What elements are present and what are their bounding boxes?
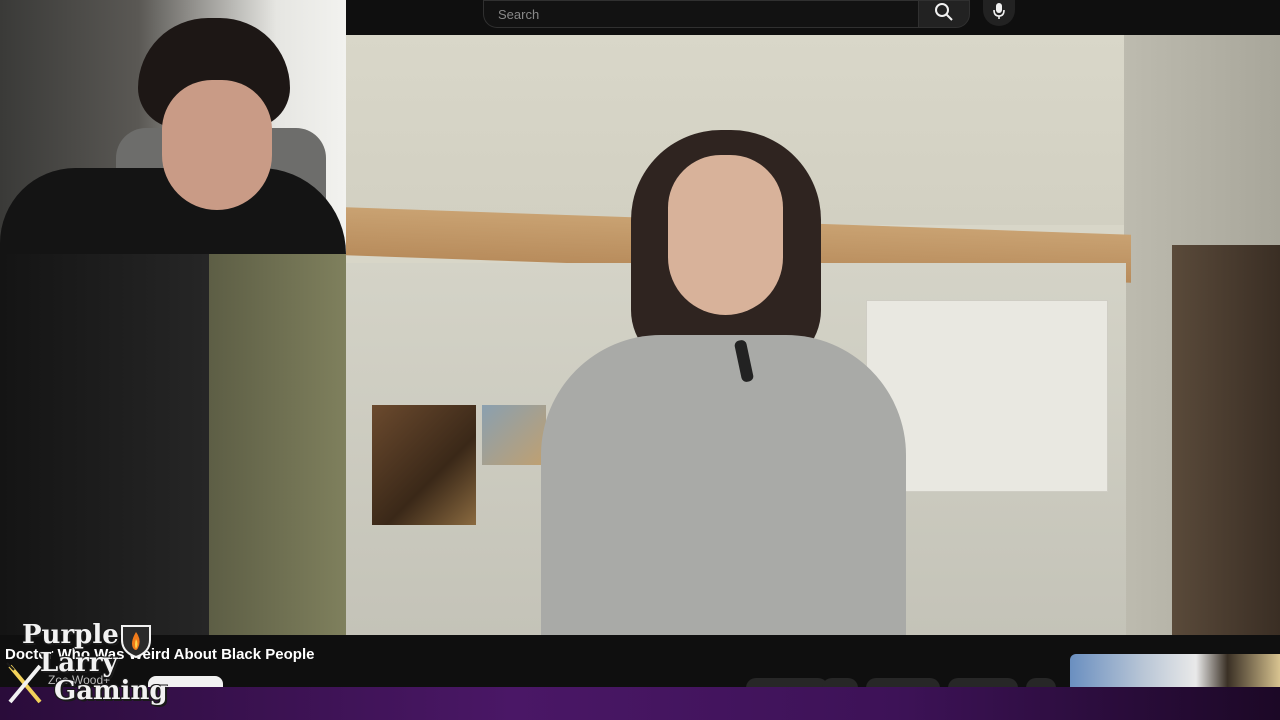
microphone-icon (992, 2, 1006, 25)
left-panel-dark (0, 254, 209, 635)
search-button[interactable] (918, 0, 970, 28)
video-player[interactable] (346, 35, 1280, 635)
streamer-webcam (0, 0, 346, 254)
video-frame-painting (372, 405, 476, 525)
logo-line-1: Purple (22, 620, 119, 650)
presenter-body (541, 335, 906, 635)
recommended-video-thumbnail[interactable] (1070, 654, 1280, 687)
streamer-logo: Purple Larry Gaming (4, 618, 168, 714)
crossed-swords-icon (6, 662, 46, 711)
logo-line-2: Larry (40, 648, 118, 678)
logo-line-3: Gaming (54, 676, 168, 706)
video-frame-painting-small (482, 405, 546, 465)
shield-flame-icon (120, 624, 152, 663)
video-frame-doorway (1172, 245, 1280, 635)
overlay-purple-strip (0, 687, 1280, 720)
left-panel-wall (209, 254, 346, 635)
presenter-face (668, 155, 783, 315)
search-icon (934, 2, 954, 27)
search-input[interactable] (483, 0, 918, 28)
webcam-face (162, 80, 272, 210)
